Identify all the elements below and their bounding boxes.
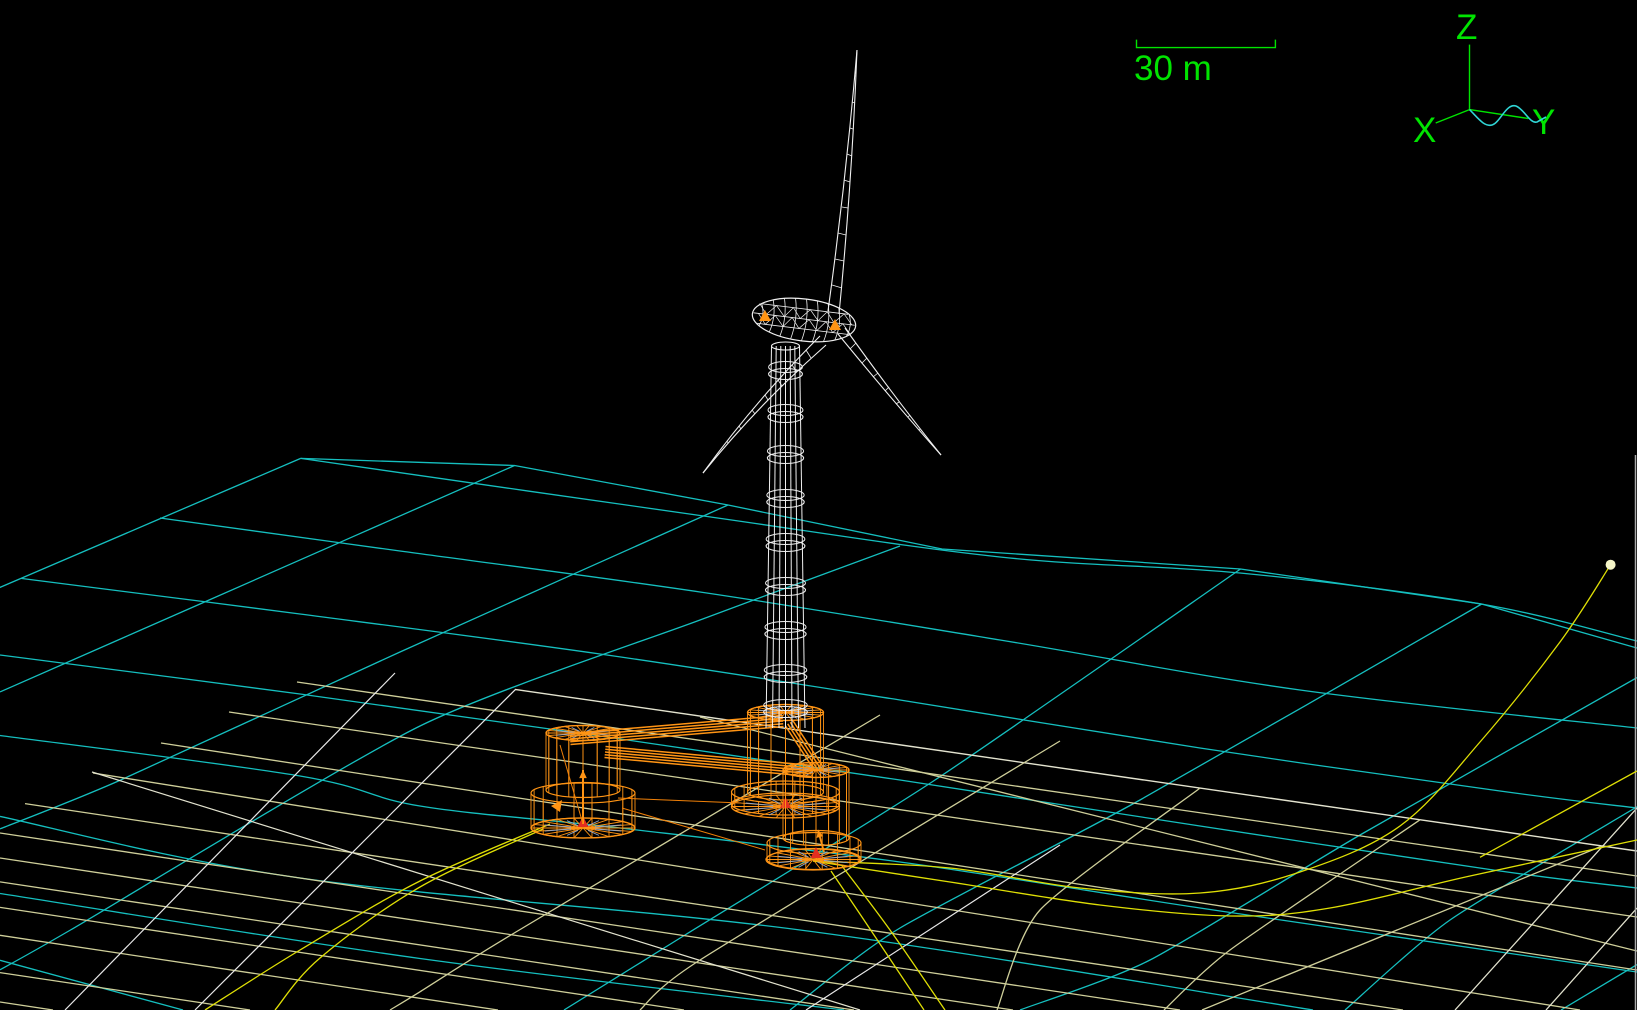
svg-text:Z: Z — [1456, 8, 1477, 47]
svg-text:X: X — [1413, 111, 1436, 150]
svg-text:30 m: 30 m — [1134, 49, 1212, 88]
